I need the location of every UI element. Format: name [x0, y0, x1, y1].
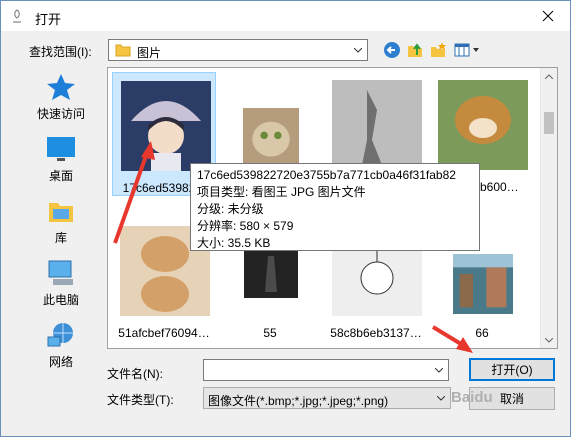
- network-icon: [45, 319, 77, 351]
- tooltip-name: 17c6ed539822720e3755b7a771cb0a46f31fab82: [197, 168, 456, 182]
- file-name: 51afcbef76094…: [118, 326, 210, 340]
- file-thumbnail: [438, 80, 528, 170]
- tooltip-dimensions: 分辨率: 580 × 579: [197, 219, 294, 233]
- place-label: 快速访问: [36, 107, 85, 121]
- chevron-down-icon[interactable]: [430, 360, 448, 380]
- star-icon: [45, 71, 77, 103]
- place-library[interactable]: 库: [23, 191, 99, 251]
- desktop-icon: [45, 133, 77, 165]
- watermark-logo: Baidu: [451, 389, 493, 406]
- library-icon: [45, 195, 77, 227]
- chevron-down-icon[interactable]: [432, 388, 450, 408]
- vertical-scrollbar[interactable]: [540, 68, 557, 348]
- back-icon[interactable]: [383, 41, 403, 61]
- filetype-value: 图像文件(*.bmp;*.jpg;*.jpeg;*.png): [208, 394, 389, 408]
- folder-icon: [115, 43, 131, 60]
- tooltip-size: 大小: 35.5 KB: [197, 236, 271, 250]
- place-network[interactable]: 网络: [23, 315, 99, 375]
- file-thumbnail: [332, 80, 422, 170]
- file-thumbnail: [243, 108, 299, 164]
- file-name: 55: [263, 326, 277, 340]
- place-label: 库: [54, 231, 67, 245]
- dialog-icon: [11, 9, 23, 23]
- title-bar: 打开: [1, 1, 570, 31]
- window-title: 打开: [35, 12, 62, 27]
- place-quick-access[interactable]: 快速访问: [23, 67, 99, 127]
- lookin-combo[interactable]: 图片: [108, 39, 368, 61]
- close-icon: [542, 10, 553, 22]
- place-label: 桌面: [48, 169, 73, 183]
- tooltip-type: 项目类型: 看图王 JPG 图片文件: [197, 185, 366, 199]
- places-bar: 快速访问 桌面 库 此电脑 网络: [23, 67, 101, 369]
- chevron-down-icon[interactable]: [349, 40, 367, 60]
- place-this-pc[interactable]: 此电脑: [23, 253, 99, 313]
- lookin-value: 图片: [137, 46, 162, 60]
- close-button[interactable]: [525, 1, 570, 31]
- filetype-combo[interactable]: 图像文件(*.bmp;*.jpg;*.jpeg;*.png): [203, 387, 451, 409]
- filetype-label: 文件类型(T):: [107, 393, 174, 407]
- view-menu-icon[interactable]: [453, 41, 481, 61]
- place-desktop[interactable]: 桌面: [23, 129, 99, 189]
- scroll-down-icon[interactable]: [541, 332, 557, 348]
- file-name: 58c8b6eb3137…: [330, 326, 422, 340]
- tooltip-rating: 分级: 未分级: [197, 202, 264, 216]
- file-info-tooltip: 17c6ed539822720e3755b7a771cb0a46f31fab82…: [190, 163, 480, 251]
- place-label: 此电脑: [42, 293, 79, 307]
- file-thumbnail: [453, 254, 513, 314]
- scroll-thumb[interactable]: [544, 112, 554, 134]
- filename-input[interactable]: [203, 359, 449, 381]
- file-name: 66: [475, 326, 489, 340]
- lookin-label: 查找范围(I):: [29, 45, 92, 59]
- filename-label: 文件名(N):: [107, 367, 163, 381]
- scroll-up-icon[interactable]: [541, 68, 557, 84]
- computer-icon: [45, 257, 77, 289]
- open-dialog: 打开 查找范围(I): 图片 快速访问 桌面 库 此电脑 网络 17c6ed53…: [0, 0, 571, 437]
- new-folder-icon[interactable]: [429, 41, 449, 61]
- place-label: 网络: [48, 355, 73, 369]
- up-folder-icon[interactable]: [406, 41, 426, 61]
- open-button[interactable]: 打开(O): [469, 358, 555, 381]
- file-thumbnail: [121, 81, 211, 171]
